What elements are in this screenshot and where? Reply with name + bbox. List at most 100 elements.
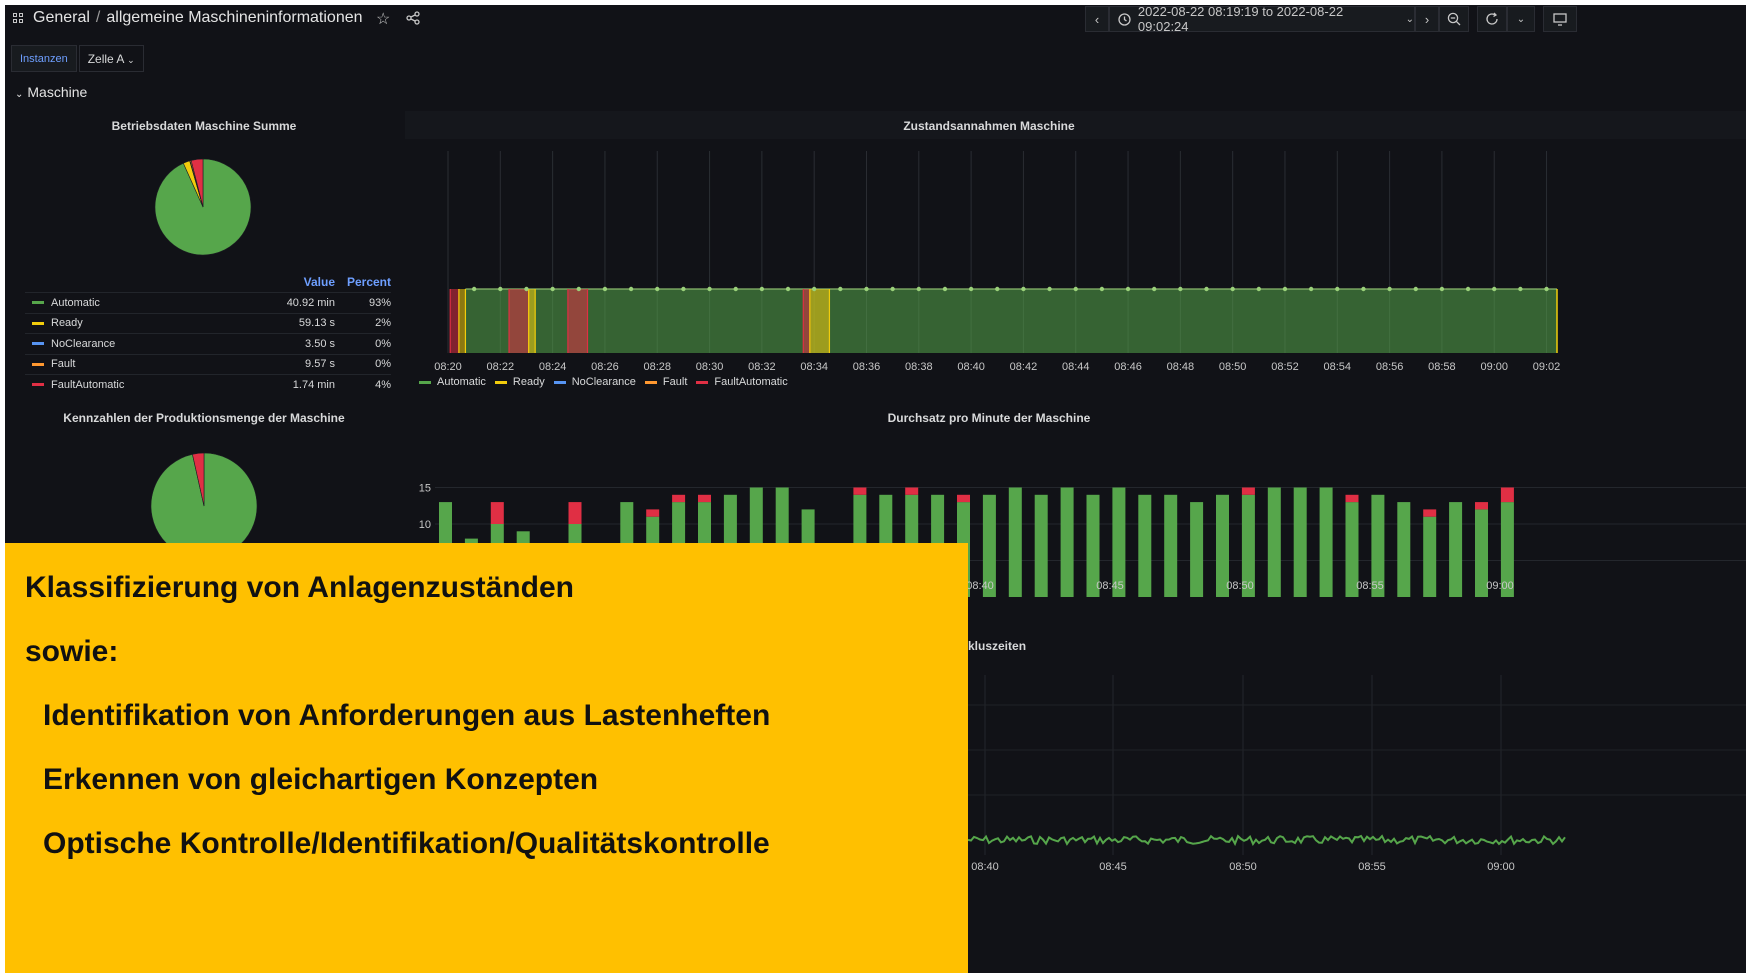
- series-legend-item-fault[interactable]: Fault: [644, 376, 687, 388]
- bar-bad[interactable]: [957, 494, 970, 503]
- state-segment-ready[interactable]: [458, 289, 466, 353]
- bar-good[interactable]: [1293, 487, 1307, 598]
- col-header-value[interactable]: Value: [245, 275, 335, 289]
- bar-bad[interactable]: [646, 509, 660, 517]
- legend-percent: 93%: [368, 296, 391, 309]
- panel-title-zustand[interactable]: Zustandsannahmen Maschine: [405, 119, 1573, 133]
- breadcrumb-folder[interactable]: General: [33, 9, 90, 26]
- bar-bad[interactable]: [853, 487, 867, 495]
- bar-good[interactable]: [1008, 487, 1022, 598]
- panel-title-durchsatz[interactable]: Durchsatz pro Minute der Maschine: [405, 411, 1573, 425]
- legend-row-noclearance[interactable]: NoClearance 3.50 s 0%: [25, 333, 391, 354]
- cycle-time-series[interactable]: [967, 834, 1566, 847]
- series-swatch: [553, 380, 566, 384]
- legend-row-automatic[interactable]: Automatic 40.92 min 93%: [25, 292, 391, 313]
- bar-bad[interactable]: [1345, 494, 1359, 503]
- bar-bad[interactable]: [1241, 487, 1255, 495]
- bar-bad[interactable]: [672, 494, 686, 503]
- legend-percent: 0%: [375, 358, 391, 371]
- share-icon[interactable]: [406, 11, 420, 25]
- x-tick-label: 08:24: [539, 361, 567, 373]
- x-tick-label: 08:26: [591, 361, 619, 373]
- time-forward-button[interactable]: ›: [1415, 6, 1439, 32]
- state-segment-ready[interactable]: [528, 289, 536, 353]
- bar-bad[interactable]: [568, 502, 582, 524]
- state-point: [890, 286, 895, 292]
- variable-select[interactable]: Zelle A ⌄: [78, 45, 144, 72]
- row-header[interactable]: ⌄ Maschine: [15, 84, 87, 100]
- time-back-button[interactable]: ‹: [1085, 6, 1109, 32]
- bar-good[interactable]: [1449, 502, 1463, 597]
- bar-good[interactable]: [1138, 494, 1152, 597]
- bar-good[interactable]: [1034, 494, 1048, 597]
- annotation-overlay: Klassifizierung von Anlagenzuständen sow…: [5, 543, 968, 973]
- bar-good[interactable]: [1060, 487, 1074, 598]
- series-name: FaultAutomatic: [714, 376, 788, 388]
- legend-value: 59.13 s: [298, 317, 335, 330]
- series-legend-item-faultautomatic[interactable]: FaultAutomatic: [696, 376, 788, 388]
- col-header-percent[interactable]: Percent: [335, 275, 391, 289]
- state-segment-ready[interactable]: [809, 289, 830, 353]
- series-swatch: [494, 380, 507, 384]
- bar-good[interactable]: [1164, 494, 1178, 597]
- state-point: [759, 286, 765, 292]
- refresh-button[interactable]: [1477, 6, 1507, 32]
- bar-bad[interactable]: [490, 502, 504, 524]
- tv-mode-button[interactable]: [1543, 6, 1577, 32]
- state-segment-faultautomatic[interactable]: [509, 289, 529, 353]
- state-timeline-chart: 08:20 08:22 08:24 08:26 08:28 08:30 08:32 08:34…: [434, 151, 1560, 373]
- zoom-out-button[interactable]: [1439, 6, 1469, 32]
- time-range-picker[interactable]: 2022-08-22 08:19:19 to 2022-08-22 09:02:…: [1109, 5, 1415, 34]
- state-point: [628, 286, 634, 292]
- state-point: [655, 286, 660, 292]
- bar-good[interactable]: [1319, 487, 1333, 598]
- bar-bad[interactable]: [1475, 502, 1488, 510]
- panel-title-zykluszeiten[interactable]: kluszeiten: [968, 639, 1068, 653]
- state-point: [1047, 286, 1052, 292]
- bar-good[interactable]: [1397, 502, 1411, 597]
- state-area-automatic[interactable]: [465, 289, 1557, 353]
- state-segment-faultautomatic[interactable]: [803, 289, 810, 353]
- x-tick-label: 08:54: [1324, 361, 1352, 373]
- refresh-interval-dropdown[interactable]: ⌄: [1507, 6, 1535, 32]
- panel-title-betriebsdaten[interactable]: Betriebsdaten Maschine Summe: [15, 119, 393, 133]
- legend-swatch: [32, 383, 44, 387]
- legend-row-fault[interactable]: Fault 9.57 s 0%: [25, 353, 391, 375]
- legend-row-ready[interactable]: Ready 59.13 s 2%: [25, 312, 391, 334]
- legend-value: 3.50 s: [305, 337, 335, 350]
- series-legend-zustand: Automatic Ready NoClearance Fault FaultAutom…: [419, 376, 797, 388]
- bar-good[interactable]: [1423, 516, 1437, 597]
- bar-bad[interactable]: [905, 487, 919, 495]
- dashboards-grid-icon[interactable]: [13, 13, 24, 24]
- state-segment-faultautomatic[interactable]: [450, 289, 459, 353]
- bar-good[interactable]: [1190, 502, 1204, 597]
- bar-bad[interactable]: [1500, 487, 1514, 503]
- star-icon[interactable]: ☆: [376, 9, 390, 29]
- state-point: [1492, 286, 1497, 292]
- series-name: NoClearance: [571, 376, 636, 388]
- series-legend-item-noclearance[interactable]: NoClearance: [553, 376, 636, 388]
- time-controls: ‹ 2022-08-22 08:19:19 to 2022-08-22 09:0…: [1085, 5, 1577, 34]
- bar-bad[interactable]: [1423, 509, 1437, 517]
- dashboard-title[interactable]: allgemeine Maschineninformationen: [106, 9, 362, 26]
- series-legend-item-ready[interactable]: Ready: [494, 376, 545, 388]
- variable-value: Zelle A: [87, 52, 124, 66]
- state-segment-faultautomatic[interactable]: [567, 289, 588, 353]
- state-point: [681, 286, 686, 292]
- legend-row-faultautomatic[interactable]: FaultAutomatic 1.74 min 4%: [25, 374, 391, 395]
- bar-good[interactable]: [1267, 487, 1281, 598]
- series-legend-item-automatic[interactable]: Automatic: [419, 376, 486, 388]
- x-tick-label: 08:32: [748, 361, 776, 373]
- state-point: [602, 286, 608, 292]
- x-tick-label: 08:22: [487, 361, 515, 373]
- x-tick-label: 08:52: [1271, 361, 1299, 373]
- state-point: [1361, 286, 1366, 292]
- legend-value: 1.74 min: [292, 378, 335, 391]
- x-tick-label: 09:00: [1487, 861, 1515, 873]
- legend-name: Ready: [51, 317, 83, 330]
- state-point: [1439, 286, 1445, 292]
- chevron-down-icon: ⌄: [1405, 13, 1414, 25]
- panel-title-kennzahlen[interactable]: Kennzahlen der Produktionsmenge der Masc…: [15, 411, 393, 425]
- state-point: [733, 286, 738, 292]
- bar-bad[interactable]: [698, 494, 711, 503]
